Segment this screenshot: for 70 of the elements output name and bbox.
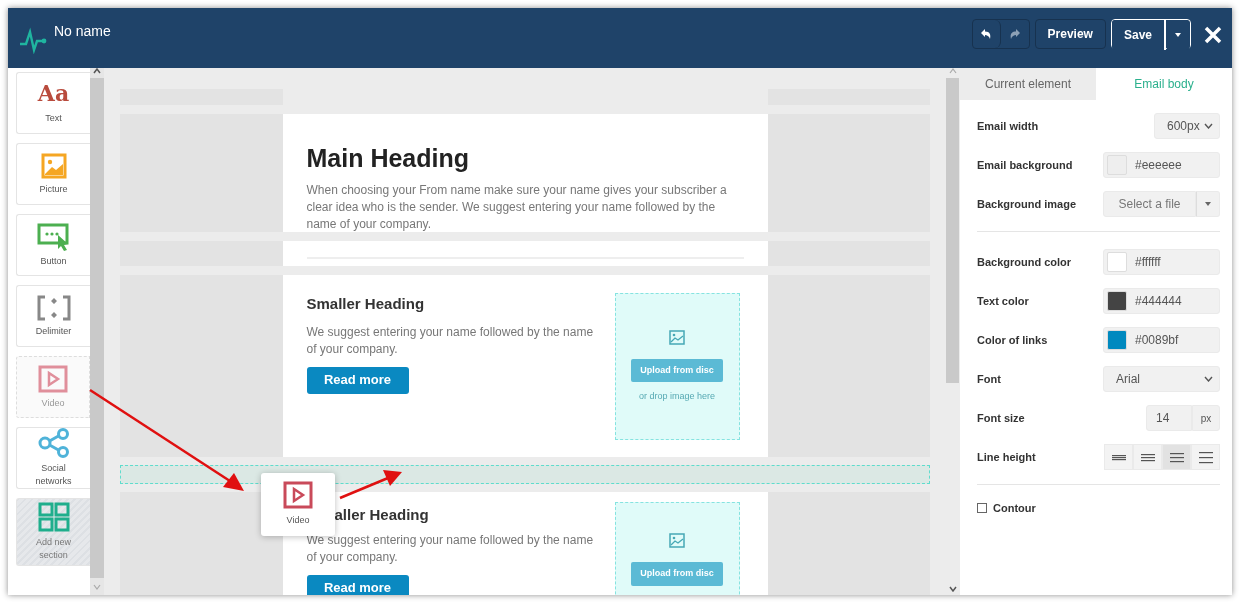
color-field[interactable]: #eeeeee	[1103, 152, 1220, 178]
block-tile[interactable]: Picture	[16, 143, 90, 205]
field-label: Line height	[977, 449, 1036, 465]
color-field[interactable]: #0089bf	[1103, 327, 1220, 353]
chevron-down-icon	[1204, 123, 1213, 129]
field-label: Font	[977, 371, 1001, 387]
main-heading: Main Heading	[306, 143, 470, 173]
select-field[interactable]: Arial	[1103, 366, 1220, 392]
scroll-up-icon[interactable]	[93, 68, 101, 74]
body-text: When choosing your From name make sure your name gives your subscriber a clear idea who is the sender. We suggest entering your name followed by the name of your company.	[306, 182, 728, 232]
text-icon: Aa	[37, 81, 70, 105]
color-swatch[interactable]	[1107, 252, 1127, 272]
dropdown-button[interactable]	[1166, 20, 1190, 50]
button-icon	[36, 222, 71, 251]
block-tile[interactable]: Aa Text	[16, 72, 90, 134]
image-icon	[669, 329, 685, 345]
body-text: We suggest entering your name followed by the name of your company.	[306, 323, 595, 358]
field-label: Color of links	[977, 332, 1048, 348]
close-icon[interactable]	[1204, 26, 1222, 44]
dragged-block[interactable]: Video	[261, 473, 335, 536]
field-label: Background color	[977, 254, 1072, 270]
read-more-button[interactable]: Read more	[306, 574, 409, 595]
grid-icon	[37, 502, 70, 532]
picture-icon	[40, 152, 67, 179]
field-label: Text color	[977, 293, 1029, 309]
drop-hint: or drop image here	[638, 390, 715, 403]
line-height-option[interactable]	[1162, 444, 1191, 470]
preview-button[interactable]: Preview	[1034, 19, 1106, 49]
scroll-down-icon[interactable]	[948, 586, 957, 592]
file-select-button[interactable]: Select a file	[1103, 191, 1196, 217]
scrollbar-thumb[interactable]	[90, 78, 104, 578]
add-section-tile[interactable]: Add new section	[16, 498, 90, 566]
line-height-option[interactable]	[1104, 444, 1133, 470]
line-spacing-icon	[1197, 450, 1214, 464]
unit-label: px	[1192, 405, 1220, 431]
video-icon	[38, 364, 68, 393]
caret-icon	[1175, 33, 1181, 37]
color-swatch[interactable]	[1107, 330, 1127, 350]
color-swatch[interactable]	[1107, 291, 1127, 311]
delimiter-icon	[36, 294, 71, 321]
arrow	[339, 470, 402, 500]
field-label: Font size	[977, 410, 1025, 426]
line-spacing-icon	[1110, 453, 1127, 461]
line-height-option[interactable]	[1133, 444, 1162, 470]
number-field[interactable]: 14	[1146, 405, 1192, 431]
checkbox[interactable]	[977, 503, 987, 514]
document-title: No name	[54, 22, 111, 41]
block-tile[interactable]: Social networks	[16, 427, 90, 489]
image-icon	[669, 533, 685, 548]
field-label: Background image	[977, 196, 1077, 212]
color-field[interactable]: #444444	[1103, 288, 1220, 314]
line-spacing-icon	[1139, 452, 1156, 462]
select-field[interactable]: 600px	[1154, 113, 1220, 139]
checkbox-label: Contour	[993, 501, 1036, 516]
save-button[interactable]: Save	[1111, 20, 1166, 50]
video-icon	[283, 481, 313, 510]
scrollbar-thumb[interactable]	[946, 78, 959, 383]
read-more-button[interactable]: Read more	[306, 366, 409, 394]
chevron-down-icon	[1204, 376, 1213, 382]
color-field[interactable]: #ffffff	[1103, 249, 1220, 275]
panel-tab[interactable]: Current element	[960, 68, 1096, 100]
field-label: Email background	[977, 157, 1073, 173]
line-height-option[interactable]	[1191, 444, 1220, 470]
share-icon	[36, 428, 71, 458]
block-tile[interactable]: Button	[16, 214, 90, 276]
section-heading: Smaller Heading	[306, 294, 426, 314]
caret-icon	[1205, 202, 1211, 206]
line-spacing-icon	[1168, 451, 1185, 463]
block-tile[interactable]: Delimiter	[16, 285, 90, 347]
field-label: Email width	[977, 118, 1039, 134]
